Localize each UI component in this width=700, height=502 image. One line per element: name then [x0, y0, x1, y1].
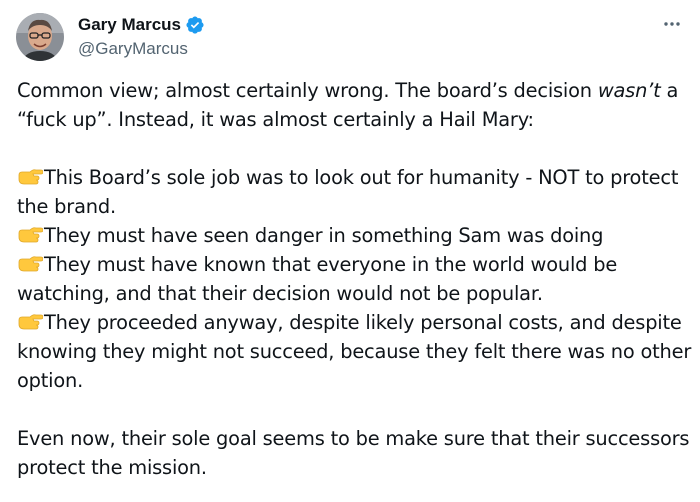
bullet-text: They proceeded anyway, despite likely pe…: [17, 311, 692, 392]
tweet-intro-italic: wasn’t: [597, 79, 661, 102]
author-block: Gary Marcus @GaryMarcus: [78, 14, 205, 59]
tweet-intro-part1: Common view; almost certainly wrong. The…: [17, 79, 598, 102]
backhand-index-pointing-right-icon: [17, 311, 44, 331]
more-options-icon[interactable]: [660, 12, 684, 36]
tweet-closing: Even now, their sole goal seems to be ma…: [17, 427, 690, 479]
tweet-text: Common view; almost certainly wrong. The…: [17, 76, 693, 482]
backhand-index-pointing-right-icon: [17, 224, 44, 244]
author-name-row: Gary Marcus: [78, 14, 205, 36]
bullet-text: This Board’s sole job was to look out fo…: [17, 166, 679, 218]
tweet-intro: Common view; almost certainly wrong. The…: [17, 76, 693, 134]
author-display-name[interactable]: Gary Marcus: [78, 15, 181, 35]
bullet-item: They must have known that everyone in th…: [17, 250, 693, 308]
bullet-item: They must have seen danger in something …: [17, 221, 693, 250]
backhand-index-pointing-right-icon: [17, 253, 44, 273]
tweet-intro-line2: “fuck up”. Instead, it was almost certai…: [17, 108, 534, 131]
verified-badge-icon[interactable]: [185, 15, 205, 35]
backhand-index-pointing-right-icon: [17, 166, 44, 186]
avatar[interactable]: [16, 13, 64, 61]
tweet: Gary Marcus @GaryMarcus Common view; alm…: [0, 0, 700, 502]
bullet-item: They proceeded anyway, despite likely pe…: [17, 308, 693, 395]
tweet-intro-part2: a: [660, 79, 679, 102]
bullet-item: This Board’s sole job was to look out fo…: [17, 163, 693, 221]
bullet-text: They must have known that everyone in th…: [17, 253, 618, 305]
bullet-text: They must have seen danger in something …: [44, 224, 604, 247]
avatar-photo: [16, 13, 64, 61]
author-handle[interactable]: @GaryMarcus: [78, 39, 205, 59]
